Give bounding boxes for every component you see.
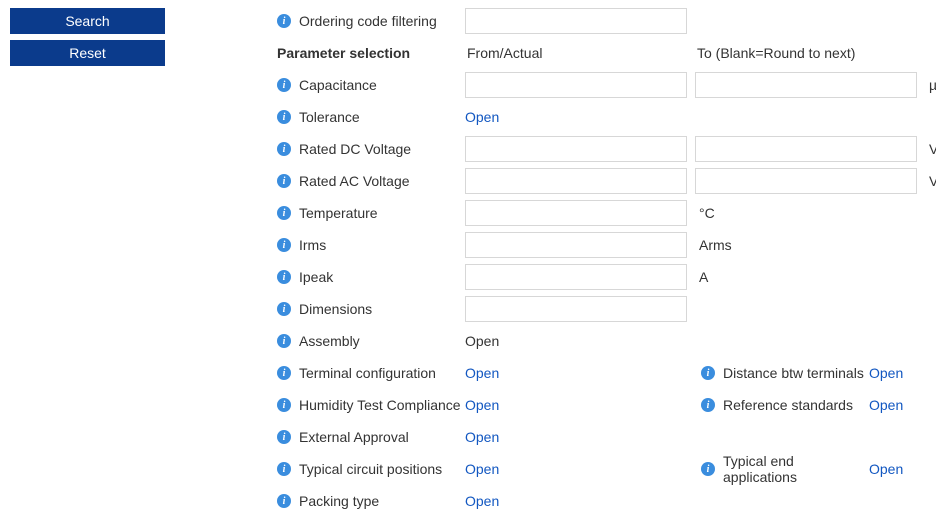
temperature-label: Temperature xyxy=(299,205,378,221)
info-icon[interactable]: i xyxy=(277,174,291,188)
ordering-code-input[interactable] xyxy=(465,8,687,34)
rated-dc-to-input[interactable] xyxy=(695,136,917,162)
reset-button[interactable]: Reset xyxy=(10,40,165,66)
info-icon[interactable]: i xyxy=(277,430,291,444)
reference-standards-open-link[interactable]: Open xyxy=(869,397,903,413)
reference-standards-label: Reference standards xyxy=(723,397,853,413)
info-icon[interactable]: i xyxy=(277,366,291,380)
ipeak-unit: A xyxy=(695,269,745,285)
external-approval-label: External Approval xyxy=(299,429,409,445)
typical-circuit-label: Typical circuit positions xyxy=(299,461,442,477)
from-actual-header: From/Actual xyxy=(465,45,695,61)
rated-ac-from-input[interactable] xyxy=(465,168,687,194)
rated-ac-to-input[interactable] xyxy=(695,168,917,194)
info-icon[interactable]: i xyxy=(277,302,291,316)
packing-type-open-link[interactable]: Open xyxy=(465,493,499,509)
rated-ac-unit: Vrms xyxy=(925,173,936,189)
temperature-unit: °C xyxy=(695,205,745,221)
info-icon[interactable]: i xyxy=(277,142,291,156)
info-icon[interactable]: i xyxy=(277,398,291,412)
info-icon[interactable]: i xyxy=(277,494,291,508)
distance-terminals-label: Distance btw terminals xyxy=(723,365,864,381)
terminal-config-label: Terminal configuration xyxy=(299,365,436,381)
capacitance-from-input[interactable] xyxy=(465,72,687,98)
humidity-open-link[interactable]: Open xyxy=(465,397,499,413)
info-icon[interactable]: i xyxy=(277,238,291,252)
rated-dc-from-input[interactable] xyxy=(465,136,687,162)
info-icon[interactable]: i xyxy=(277,462,291,476)
terminal-config-open-link[interactable]: Open xyxy=(465,365,499,381)
tolerance-label: Tolerance xyxy=(299,109,360,125)
distance-terminals-open-link[interactable]: Open xyxy=(869,365,903,381)
info-icon[interactable]: i xyxy=(277,206,291,220)
irms-unit: Arms xyxy=(695,237,745,253)
info-icon[interactable]: i xyxy=(277,78,291,92)
to-header: To (Blank=Round to next) xyxy=(695,45,925,61)
capacitance-label: Capacitance xyxy=(299,77,377,93)
typical-circuit-open-link[interactable]: Open xyxy=(465,461,499,477)
dimensions-label: Dimensions xyxy=(299,301,372,317)
info-icon[interactable]: i xyxy=(277,270,291,284)
typical-end-open-link[interactable]: Open xyxy=(869,461,903,477)
info-icon[interactable]: i xyxy=(277,110,291,124)
dimensions-input[interactable] xyxy=(465,296,687,322)
info-icon[interactable]: i xyxy=(277,14,291,28)
parameter-selection-heading: Parameter selection xyxy=(275,45,465,61)
assembly-label: Assembly xyxy=(299,333,360,349)
info-icon[interactable]: i xyxy=(277,334,291,348)
info-icon[interactable]: i xyxy=(701,366,715,380)
ipeak-input[interactable] xyxy=(465,264,687,290)
info-icon[interactable]: i xyxy=(701,398,715,412)
ordering-code-label: Ordering code filtering xyxy=(299,13,437,29)
external-approval-open-link[interactable]: Open xyxy=(465,429,499,445)
rated-ac-label: Rated AC Voltage xyxy=(299,173,410,189)
humidity-label: Humidity Test Compliance xyxy=(299,397,461,413)
search-button[interactable]: Search xyxy=(10,8,165,34)
irms-input[interactable] xyxy=(465,232,687,258)
tolerance-open-link[interactable]: Open xyxy=(465,109,499,125)
ipeak-label: Ipeak xyxy=(299,269,333,285)
rated-dc-label: Rated DC Voltage xyxy=(299,141,411,157)
assembly-open: Open xyxy=(465,333,499,349)
packing-type-label: Packing type xyxy=(299,493,379,509)
irms-label: Irms xyxy=(299,237,326,253)
capacitance-to-input[interactable] xyxy=(695,72,917,98)
typical-end-label: Typical end applications xyxy=(723,453,869,485)
info-icon[interactable]: i xyxy=(701,462,715,476)
capacitance-unit: µF xyxy=(925,77,936,93)
rated-dc-unit: Vdc xyxy=(925,141,936,157)
temperature-input[interactable] xyxy=(465,200,687,226)
